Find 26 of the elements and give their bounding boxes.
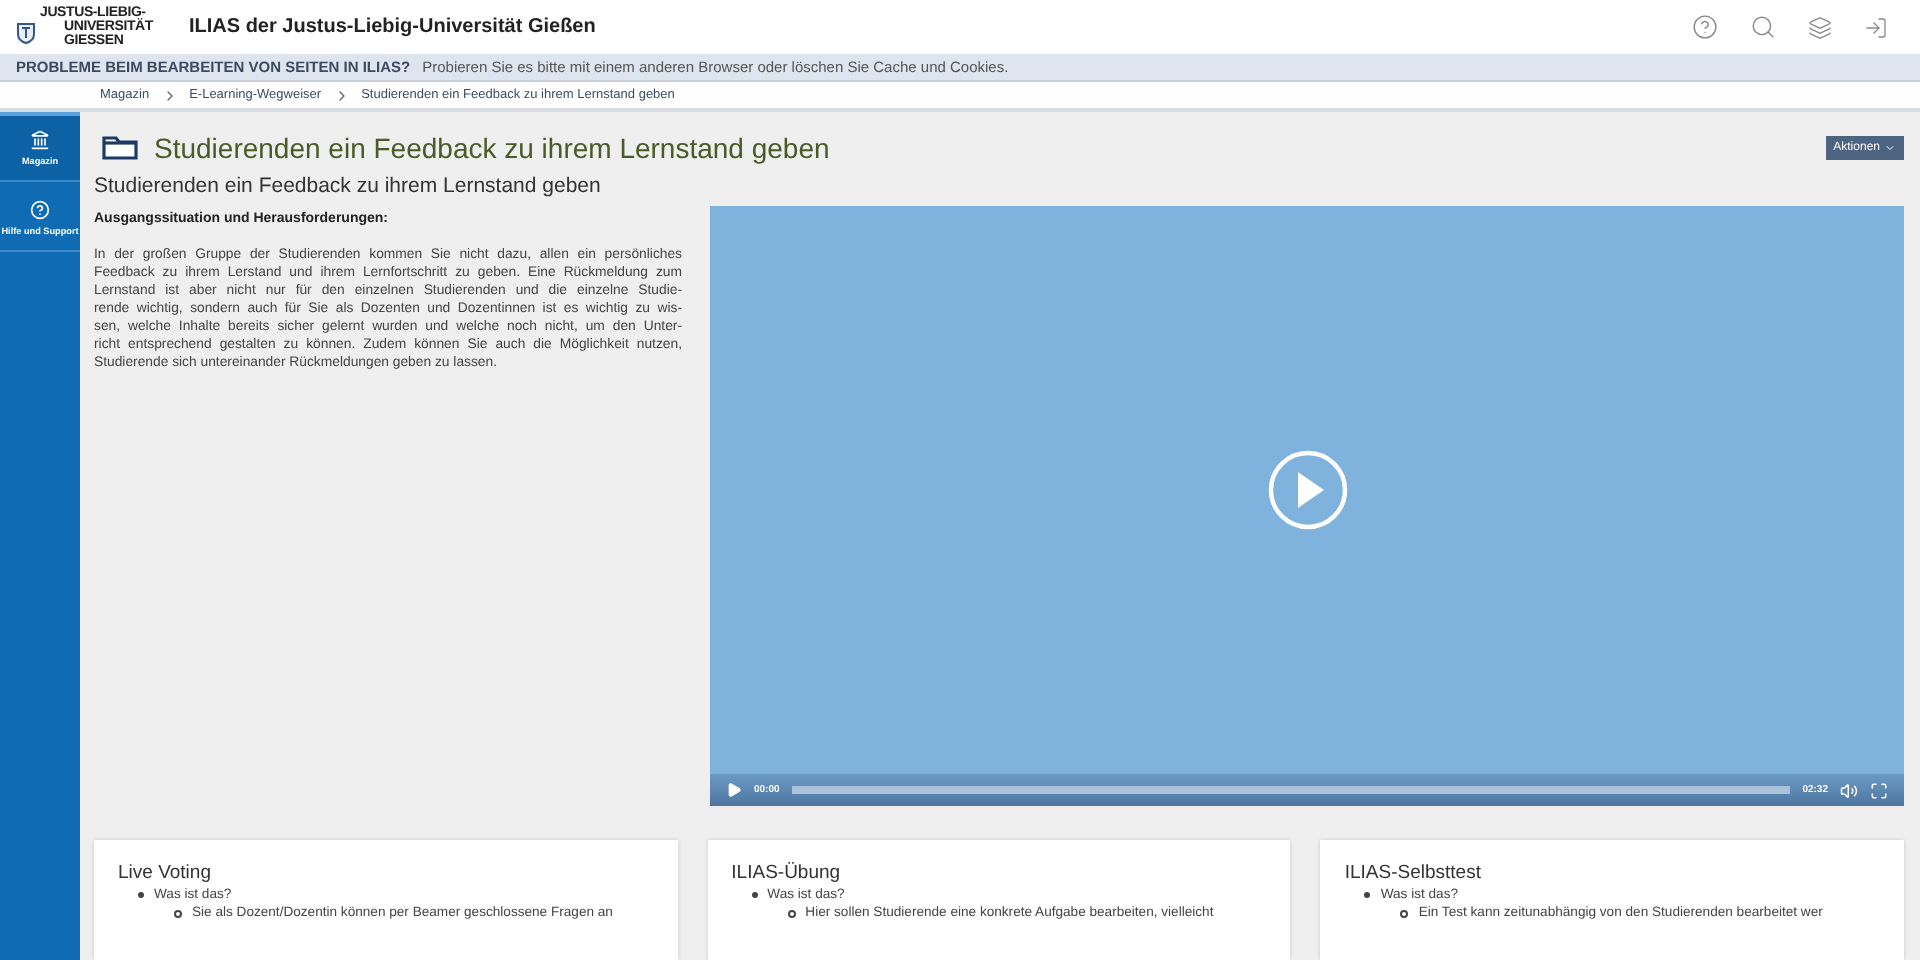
search-icon[interactable]	[1750, 14, 1776, 40]
shield-icon	[16, 22, 36, 44]
login-icon[interactable]	[1864, 15, 1888, 39]
help-icon[interactable]	[1692, 14, 1718, 40]
card-title: ILIAS-Übung	[731, 862, 843, 886]
play-icon[interactable]	[726, 782, 742, 798]
site-title: ILIAS der Justus-Liebig-Universität Gießen	[188, 16, 596, 38]
card-title: ILIAS-Selbsttest	[1344, 862, 1483, 886]
page-title: Studierenden ein Feedback zu ihrem Lernstand geben	[154, 131, 830, 163]
fullscreen-icon[interactable]	[1870, 781, 1888, 799]
volume-icon[interactable]	[1840, 781, 1858, 799]
bullet-icon	[174, 909, 182, 917]
caret-icon	[1884, 141, 1896, 153]
bullet-icon	[1400, 909, 1409, 917]
bullet-icon	[1364, 892, 1371, 898]
card-title: Live Voting	[118, 862, 213, 886]
progress-track[interactable]	[791, 786, 1791, 794]
help-icon	[30, 200, 50, 220]
layers-icon[interactable]	[1808, 15, 1832, 39]
folder-icon	[102, 135, 138, 159]
bullet-icon	[787, 909, 796, 917]
bullet-icon	[138, 892, 144, 898]
play-icon[interactable]	[1267, 450, 1347, 530]
bank-icon	[30, 130, 50, 150]
content-heading: Studierenden ein Feedback zu ihrem Lernstand geben	[94, 174, 603, 198]
bullet-icon	[751, 892, 758, 898]
